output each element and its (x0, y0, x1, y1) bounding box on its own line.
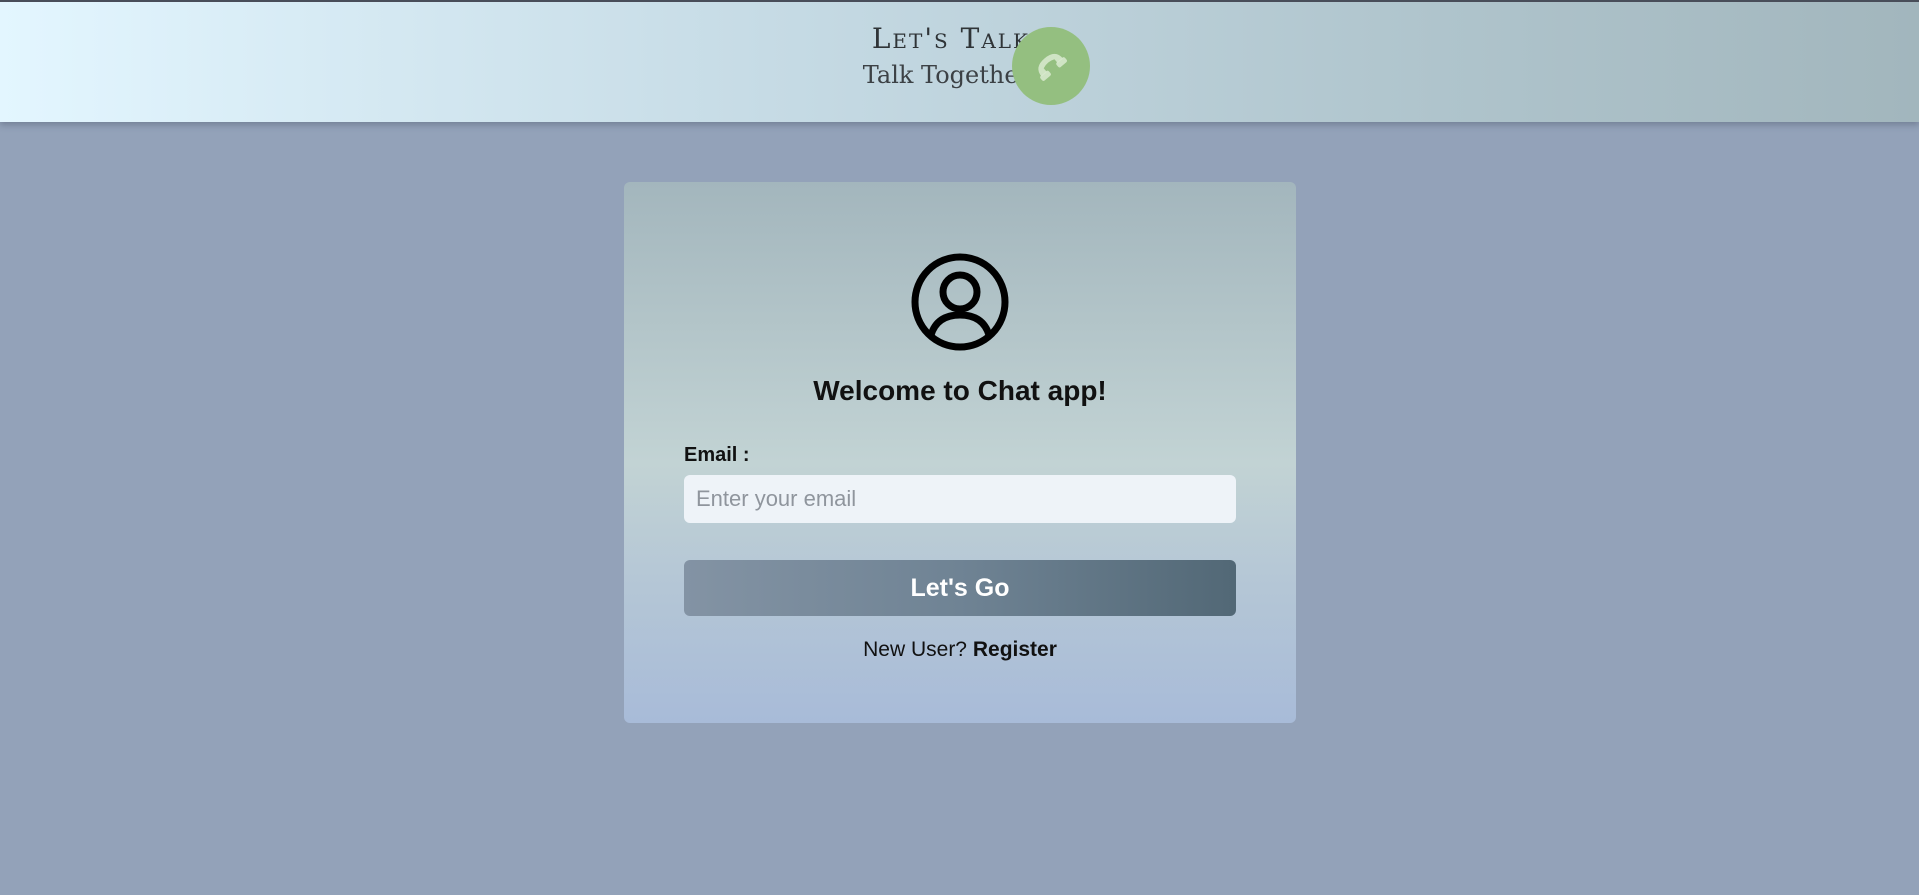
register-prompt-line: New User? Register (624, 638, 1296, 662)
lets-go-button[interactable]: Let's Go (684, 560, 1236, 616)
register-link[interactable]: Register (973, 638, 1057, 661)
email-field[interactable] (684, 475, 1236, 523)
login-card: Welcome to Chat app! Email : Let's Go Ne… (624, 182, 1296, 723)
brand-logo (1012, 27, 1090, 105)
register-prompt: New User? (863, 638, 967, 661)
phone-icon (1038, 53, 1067, 81)
brand: Let's Talk Talk Together (830, 22, 1030, 92)
app-header: Let's Talk Talk Together (0, 2, 1919, 122)
welcome-heading: Welcome to Chat app! (813, 375, 1107, 406)
brand-tagline: Talk Together (862, 61, 1030, 89)
brand-title: Let's Talk (871, 22, 1030, 55)
email-label: Email : (684, 444, 750, 466)
user-circle-icon (911, 253, 1009, 351)
